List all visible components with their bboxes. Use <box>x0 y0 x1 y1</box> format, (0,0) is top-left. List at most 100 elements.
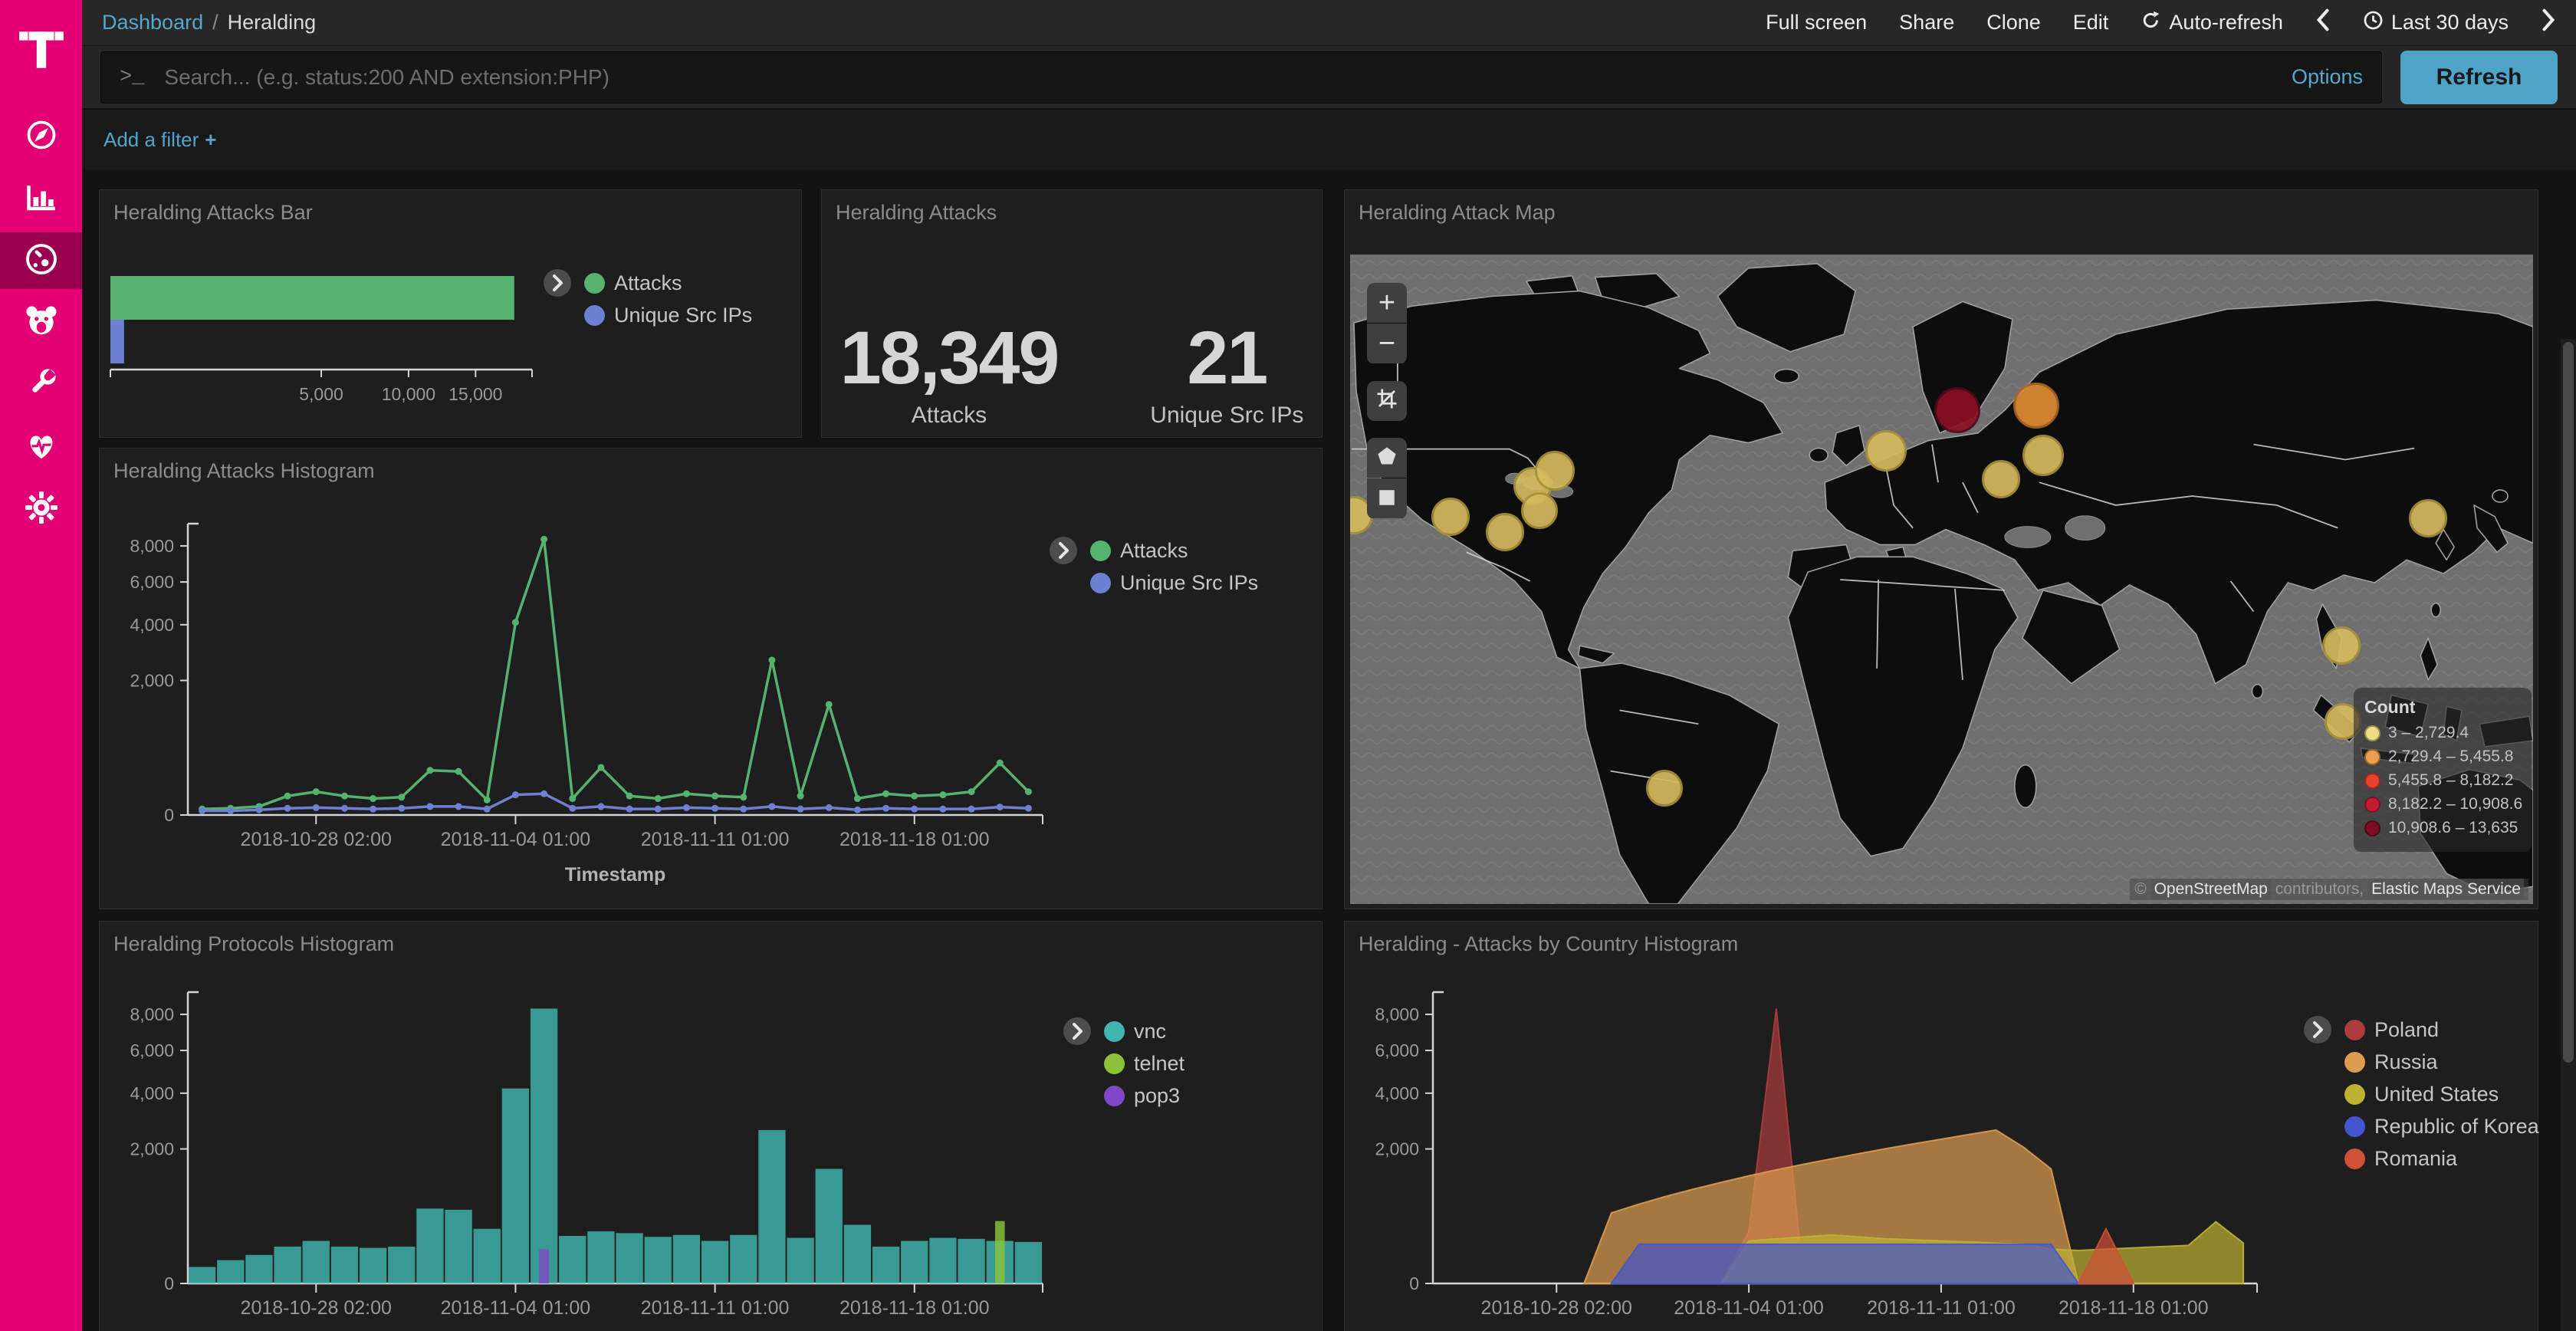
add-filter-button[interactable]: Add a filter+ <box>104 128 216 152</box>
legend-color-dot <box>584 305 605 326</box>
map-legend-color-dot <box>2364 797 2380 813</box>
legend-item[interactable]: pop3 <box>1104 1084 1184 1108</box>
sidebar-item-management[interactable] <box>0 481 82 537</box>
map-legend-color-dot <box>2364 820 2380 836</box>
legend-item[interactable]: telnet <box>1104 1052 1184 1076</box>
sidebar-item-tpot-bear[interactable] <box>0 294 82 351</box>
legend-color-dot <box>2344 1020 2365 1040</box>
legend-item[interactable]: Attacks <box>1090 539 1258 563</box>
map-legend-range: 8,182.2 – 10,908.6 <box>2388 795 2522 813</box>
expand-legend-icon[interactable] <box>1063 1017 1092 1050</box>
map-zoom-in-button[interactable]: + <box>1367 283 1407 323</box>
map-draw-polygon-button[interactable] <box>1367 438 1407 478</box>
breadcrumb-dashboard[interactable]: Dashboard <box>102 11 203 35</box>
panel-title: Heralding Attacks <box>836 201 997 225</box>
gauge-icon <box>22 240 61 282</box>
svg-text:2018-10-28 02:00: 2018-10-28 02:00 <box>1481 1297 1632 1319</box>
map-legend-item: 5,455.8 – 8,182.2 <box>2364 771 2521 790</box>
attacks-bar-chart: 5,00010,00015,000 <box>109 265 554 430</box>
world-map[interactable]: + − <box>1350 255 2533 904</box>
pentagon-icon <box>1376 442 1398 475</box>
legend-item[interactable]: Unique Src IPs <box>1090 571 1258 595</box>
chevron-right-icon <box>2541 8 2556 37</box>
legend-color-dot <box>584 273 605 294</box>
map-legend-range: 10,908.6 – 13,635 <box>2388 819 2518 837</box>
sidebar-item-dashboard[interactable] <box>0 232 82 289</box>
expand-legend-icon[interactable] <box>543 268 572 301</box>
legend-item[interactable]: Poland <box>2344 1018 2539 1042</box>
svg-text:Timestamp: Timestamp <box>565 864 666 886</box>
crop-icon <box>1375 385 1398 418</box>
svg-text:2,000: 2,000 <box>1375 1139 1419 1159</box>
sidebar-item-dev-tools[interactable] <box>0 357 82 413</box>
sidebar-item-monitoring[interactable] <box>0 419 82 475</box>
attack-location-circle <box>2409 499 2447 537</box>
svg-text:2018-10-28 02:00: 2018-10-28 02:00 <box>241 829 392 850</box>
svg-text:2,000: 2,000 <box>130 1139 174 1159</box>
openstreetmap-link[interactable]: OpenStreetMap <box>2151 879 2271 899</box>
map-zoom-out-button[interactable]: − <box>1367 324 1407 363</box>
filter-bar: Add a filter+ <box>82 108 2576 169</box>
refresh-cycle-icon <box>2141 10 2161 36</box>
elastic-maps-service-link[interactable]: Elastic Maps Service <box>2368 879 2524 899</box>
time-back-button[interactable] <box>2315 8 2331 37</box>
clone-button[interactable]: Clone <box>1986 11 2041 35</box>
svg-text:8,000: 8,000 <box>1375 1004 1419 1024</box>
refresh-button[interactable]: Refresh <box>2400 51 2558 104</box>
t-mobile-logo-icon[interactable] <box>0 15 82 86</box>
page-scrollbar <box>2561 339 2576 1331</box>
bar-chart-icon <box>23 179 60 219</box>
map-draw-rectangle-button[interactable] <box>1367 478 1407 518</box>
svg-text:2018-11-18 01:00: 2018-11-18 01:00 <box>840 1297 990 1319</box>
share-button[interactable]: Share <box>1899 11 1954 35</box>
legend-label: telnet <box>1134 1052 1184 1076</box>
legend-color-dot <box>1090 541 1111 561</box>
auto-refresh-button[interactable]: Auto-refresh <box>2141 10 2283 36</box>
gear-icon <box>23 489 60 530</box>
expand-legend-icon[interactable] <box>2303 1015 2332 1048</box>
search-input[interactable] <box>163 64 2276 90</box>
time-range-picker[interactable]: Last 30 days <box>2363 10 2509 36</box>
legend-label: Unique Src IPs <box>1120 571 1258 595</box>
legend-item[interactable]: Attacks <box>584 271 752 295</box>
legend-item[interactable]: United States <box>2344 1083 2539 1106</box>
map-attribution: © OpenStreetMap contributors, Elastic Ma… <box>2130 879 2528 900</box>
scrollbar-thumb[interactable] <box>2563 342 2574 1063</box>
legend-color-dot <box>2344 1149 2365 1169</box>
attacks-bar-legend: Attacks Unique Src IPs <box>543 271 752 336</box>
sidebar-item-discover[interactable] <box>0 108 82 165</box>
map-controls: + − <box>1367 283 1407 536</box>
metric-value: 18,349 <box>840 320 1059 395</box>
edit-button[interactable]: Edit <box>2073 11 2109 35</box>
legend-label: Attacks <box>614 271 682 295</box>
metric-unique-src-ips: 21 Unique Src IPs <box>1150 320 1303 429</box>
protocols-histogram-legend: vnc telnet pop3 <box>1063 1020 1184 1116</box>
sidebar-item-visualize[interactable] <box>0 170 82 227</box>
svg-text:2018-11-18 01:00: 2018-11-18 01:00 <box>840 829 990 850</box>
panel-title: Heralding Attacks Bar <box>113 201 313 225</box>
legend-color-dot <box>1104 1021 1125 1042</box>
attack-location-circle <box>1486 513 1524 551</box>
options-button[interactable]: Options <box>2292 65 2363 89</box>
attack-location-circle <box>2013 383 2059 429</box>
map-fit-bounds-button[interactable] <box>1367 381 1407 421</box>
legend-label: Romania <box>2374 1147 2457 1171</box>
time-forward-button[interactable] <box>2541 8 2556 37</box>
attacks-histogram-legend: Attacks Unique Src IPs <box>1049 539 1258 603</box>
expand-legend-icon[interactable] <box>1049 536 1078 569</box>
legend-item[interactable]: Republic of Korea <box>2344 1115 2539 1139</box>
legend-color-dot <box>1104 1086 1125 1106</box>
dashboard-grid: Heralding Attacks Bar 5,00010,00015,000 … <box>82 169 2576 1331</box>
metric-group: 18,349 Attacks 21 Unique Src IPs <box>822 320 1322 429</box>
legend-item[interactable]: Unique Src IPs <box>584 304 752 327</box>
attack-location-circle <box>1521 492 1558 529</box>
legend-label: Unique Src IPs <box>614 304 752 327</box>
svg-text:0: 0 <box>1409 1273 1419 1293</box>
legend-item[interactable]: vnc <box>1104 1020 1184 1043</box>
svg-text:10,000: 10,000 <box>382 384 435 404</box>
chevron-left-icon <box>2315 8 2331 37</box>
legend-item[interactable]: Romania <box>2344 1147 2539 1171</box>
full-screen-button[interactable]: Full screen <box>1766 11 1867 35</box>
legend-item[interactable]: Russia <box>2344 1050 2539 1074</box>
attacks-histogram-chart: 02,0004,0006,0008,0002018-10-28 02:00201… <box>107 449 1058 910</box>
